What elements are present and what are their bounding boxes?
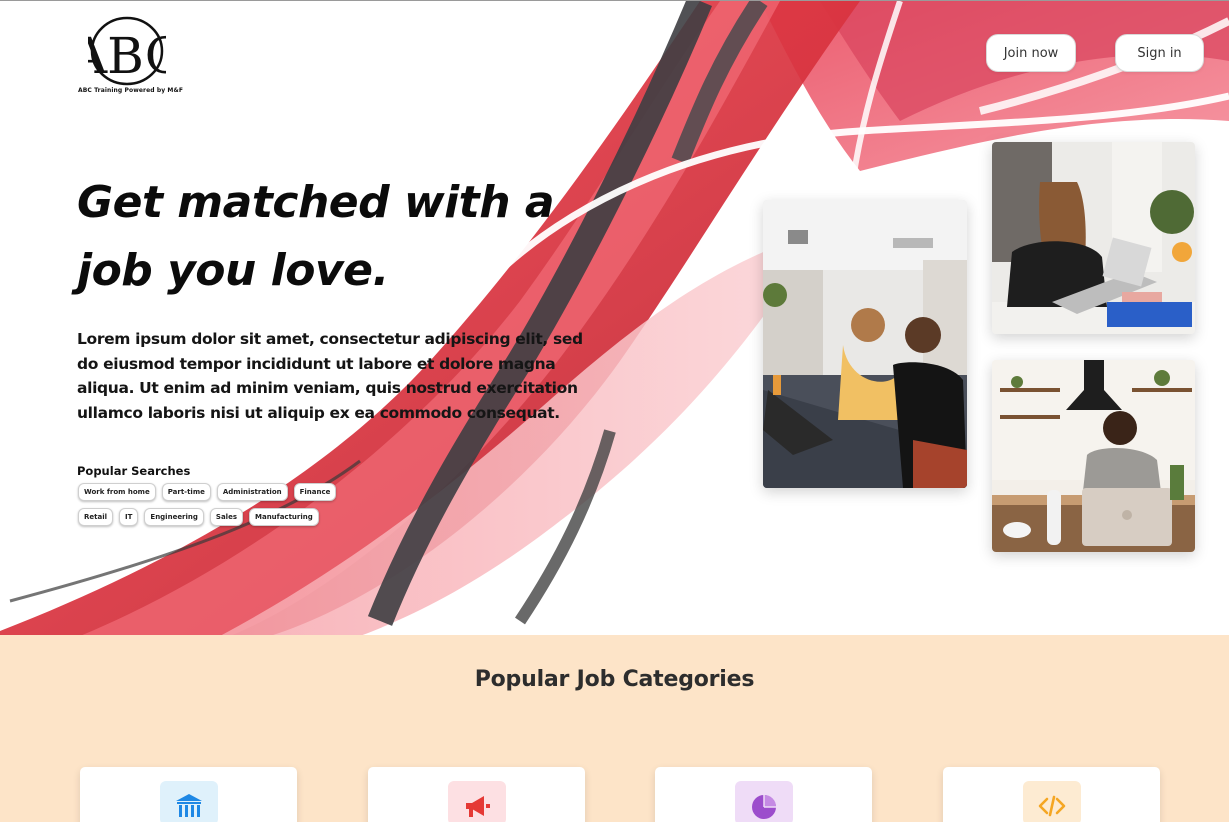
tag-work-from-home[interactable]: Work from home — [78, 483, 156, 501]
tag-part-time[interactable]: Part-time — [161, 483, 211, 501]
pie-chart-icon — [734, 781, 793, 822]
popular-job-categories-section: Popular Job Categories — [0, 635, 1229, 822]
logo-mark-text: ABC — [88, 27, 166, 85]
hero-headline: Get matched with a job you love. — [77, 169, 637, 305]
tag-finance[interactable]: Finance — [293, 483, 337, 501]
join-now-button[interactable]: Join now — [986, 34, 1076, 72]
headline-line-1: Get matched with a — [77, 177, 555, 228]
hero-section: ABC ABC Training Powered by M&F Join now… — [0, 0, 1229, 635]
category-card-analytics[interactable] — [655, 767, 872, 822]
tag-it[interactable]: IT — [119, 508, 139, 526]
popular-searches-title: Popular Searches — [77, 464, 191, 478]
bank-icon — [159, 781, 218, 822]
popular-search-tags: Work from home Part-time Administration … — [78, 483, 337, 533]
category-card-development[interactable] — [943, 767, 1160, 822]
code-icon — [1022, 781, 1081, 822]
tag-retail[interactable]: Retail — [78, 508, 114, 526]
abc-logo-mark: ABC — [88, 16, 166, 86]
tag-engineering[interactable]: Engineering — [144, 508, 204, 526]
photo-woman-desk — [992, 142, 1195, 334]
photo-two-women-laptop — [763, 200, 967, 488]
tag-sales[interactable]: Sales — [209, 508, 243, 526]
logo-caption: ABC Training Powered by M&F — [78, 87, 184, 94]
category-card-finance[interactable] — [80, 767, 297, 822]
sign-in-button[interactable]: Sign in — [1115, 34, 1204, 72]
headline-line-2: job you love. — [77, 245, 389, 296]
categories-title: Popular Job Categories — [474, 667, 755, 692]
tag-manufacturing[interactable]: Manufacturing — [249, 508, 319, 526]
category-card-marketing[interactable] — [368, 767, 585, 822]
hero-description: Lorem ipsum dolor sit amet, consectetur … — [77, 330, 583, 422]
megaphone-icon — [447, 781, 506, 822]
brand-logo[interactable]: ABC ABC Training Powered by M&F — [78, 15, 184, 97]
tag-administration[interactable]: Administration — [216, 483, 288, 501]
photo-woman-kitchen — [992, 360, 1195, 552]
